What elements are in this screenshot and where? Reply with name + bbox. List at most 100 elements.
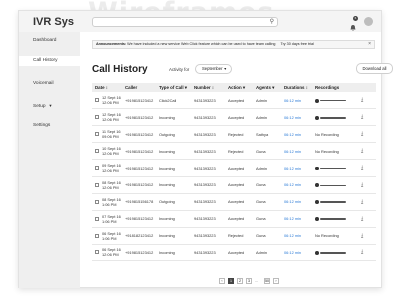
column-header-caller[interactable]: Caller [122, 83, 156, 92]
action-cell: Rejected [225, 125, 253, 144]
row-checkbox[interactable] [95, 182, 99, 187]
duration-cell[interactable]: 06:12 min [281, 159, 312, 177]
agent-cell: Admin [253, 159, 281, 177]
play-icon[interactable] [315, 183, 319, 188]
page-button[interactable]: 2 [237, 278, 243, 284]
close-icon[interactable]: × [368, 41, 371, 48]
row-checkbox[interactable] [95, 149, 99, 154]
download-icon[interactable]: ⤓ [361, 182, 363, 188]
download-icon[interactable]: ⤓ [361, 249, 363, 255]
page-button[interactable]: 1 [228, 278, 234, 284]
download-icon[interactable]: ⤓ [361, 216, 363, 222]
play-icon[interactable] [315, 251, 319, 255]
caller-cell: +919815123412 [122, 244, 156, 262]
download-icon[interactable]: ⤓ [361, 97, 363, 103]
play-icon[interactable] [315, 115, 319, 120]
trial-link[interactable]: Try 30 days free trial [280, 42, 313, 46]
table-row: 08 Sept 16 1:06 PM +919815156178 Outgoing 94… [92, 193, 376, 211]
column-header-agents[interactable]: Agents ▾ [253, 83, 281, 92]
column-header-date[interactable]: Date ↕ [92, 83, 122, 92]
duration-cell[interactable]: 06:12 min [281, 210, 312, 228]
next-page-button[interactable]: › [273, 278, 279, 284]
caller-cell: +919815123412 [122, 210, 156, 228]
call-type-cell: Click2Call [156, 92, 191, 110]
date-cell: 12 Sept 16 12:06 PM [92, 108, 122, 127]
duration-cell[interactable]: 06:12 min [281, 193, 312, 211]
column-header-durations[interactable]: Durations ↕ [281, 83, 312, 92]
agent-cell: Sathya [253, 125, 281, 144]
column-header-number[interactable]: Number ↕ [191, 83, 225, 92]
search-input[interactable]: ⚲ [92, 17, 278, 27]
recording-cell [312, 159, 358, 177]
download-all-button[interactable]: Download all [356, 63, 393, 74]
row-checkbox[interactable] [95, 98, 99, 103]
play-icon[interactable] [315, 200, 319, 205]
number-cell: 9431393223 [191, 142, 225, 161]
sidebar-item-voicemail[interactable]: Voicemail [19, 79, 80, 89]
duration-cell[interactable]: 06:12 min [281, 142, 312, 161]
number-cell: 9431393223 [191, 193, 225, 211]
search-icon[interactable]: ⚲ [270, 18, 274, 27]
recording-cell: No Recording [312, 142, 358, 161]
play-icon[interactable] [315, 217, 319, 222]
column-header-type[interactable]: Type of Call ▾ [156, 83, 191, 92]
sidebar: Dashboard Call History Voicemail Setup ▼ … [19, 32, 80, 288]
sidebar-item-label: Settings [33, 123, 51, 128]
table-row: 10 Sept 16 12:06 PM +919815123412 Incoming 9… [92, 142, 376, 161]
audio-progress-bar[interactable] [319, 201, 346, 204]
call-time: 12:06 PM [102, 117, 119, 123]
audio-progress-bar[interactable] [319, 117, 346, 119]
column-header-recordings: Recordings [312, 83, 358, 92]
announcement-text: We have included a new service Web Click… [127, 42, 276, 46]
page-button[interactable]: 3 [246, 278, 252, 284]
caller-cell: +919815156178 [122, 193, 156, 211]
row-checkbox[interactable] [95, 233, 99, 238]
audio-progress-bar[interactable] [319, 218, 346, 220]
duration-cell[interactable]: 06:12 min [281, 92, 312, 110]
row-checkbox[interactable] [95, 216, 99, 221]
duration-cell[interactable]: 06:12 min [281, 227, 312, 245]
sidebar-item-setup[interactable]: Setup ▼ [19, 101, 80, 111]
play-icon[interactable] [315, 98, 319, 103]
sidebar-item-call-history[interactable]: Call History [19, 56, 80, 66]
sidebar-item-label: Setup [33, 104, 46, 109]
duration-cell[interactable]: 06:12 min [281, 108, 312, 127]
table-header-row: Date ↕ Caller Type of Call ▾ Number ↕ Ac… [92, 83, 376, 92]
call-time: 12:06 PM [102, 151, 119, 157]
row-checkbox[interactable] [95, 132, 99, 137]
row-checkbox[interactable] [95, 166, 99, 170]
download-icon[interactable]: ⤓ [361, 165, 363, 171]
audio-progress-bar[interactable] [319, 184, 346, 187]
duration-cell[interactable]: 06:12 min [281, 244, 312, 262]
last-page-button[interactable]: 50 [264, 278, 270, 284]
user-avatar[interactable] [364, 17, 373, 26]
notification-badge: 6 [353, 16, 358, 21]
notification-bell-icon[interactable]: 6 [349, 16, 358, 31]
chevron-down-icon: ▼ [223, 67, 227, 71]
sidebar-item-dashboard[interactable]: Dashboard [19, 36, 80, 46]
table-row: 09 Sept 16 12:06 PM +919815123412 Incoming 9… [92, 159, 376, 177]
pagination-ellipsis: ... [255, 279, 258, 283]
play-icon[interactable] [315, 166, 319, 171]
date-cell: 11 Sept 16 09:06 PM [92, 125, 122, 144]
top-bar: IVR Sys ⚲ 6 [19, 11, 381, 32]
month-select[interactable]: September ▼ [195, 64, 232, 74]
audio-progress-bar[interactable] [319, 167, 346, 170]
row-checkbox[interactable] [95, 199, 99, 204]
download-icon[interactable]: ⤓ [361, 114, 363, 120]
duration-cell[interactable]: 06:12 min [281, 176, 312, 194]
prev-page-button[interactable]: ‹ [219, 278, 225, 284]
download-icon[interactable]: ⤓ [361, 131, 363, 137]
column-header-action[interactable]: Action ▾ [225, 83, 253, 92]
audio-progress-bar[interactable] [319, 99, 346, 102]
row-checkbox[interactable] [95, 115, 99, 120]
duration-cell[interactable]: 06:12 min [281, 125, 312, 144]
row-checkbox[interactable] [95, 250, 99, 255]
download-icon[interactable]: ⤓ [361, 199, 363, 205]
download-icon[interactable]: ⤓ [361, 233, 363, 239]
activity-label: Activity for [169, 67, 190, 72]
audio-progress-bar[interactable] [319, 252, 346, 254]
download-icon[interactable]: ⤓ [361, 148, 363, 154]
action-cell: Accepted [225, 176, 253, 194]
sidebar-item-settings[interactable]: Settings [19, 121, 80, 131]
